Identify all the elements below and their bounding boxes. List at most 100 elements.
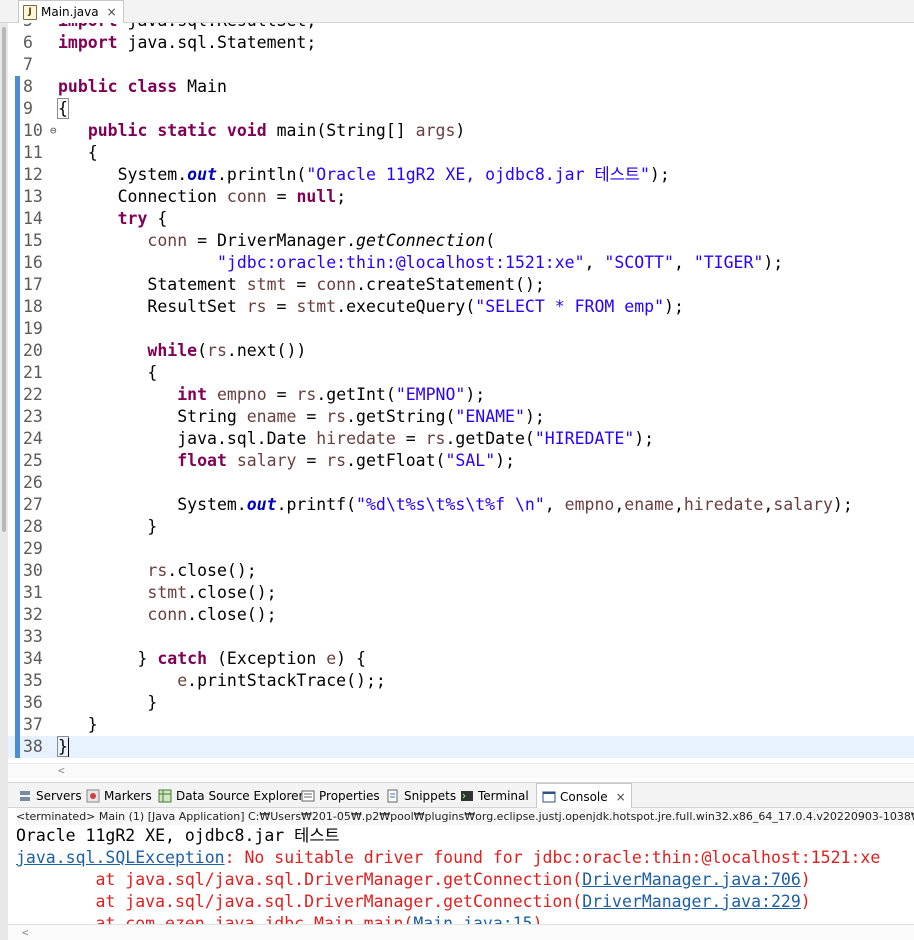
code-line[interactable]: 18 ResultSet rs = stmt.executeQuery("SEL… [8,296,914,318]
code-line[interactable]: 22 int empno = rs.getInt("EMPNO"); [8,384,914,406]
code-line[interactable]: 10 ⊖ public static void main(String[] arg… [8,120,914,142]
code-text: { [58,143,98,162]
code-line[interactable]: 29 [8,538,914,560]
code-line[interactable]: 12 System.out.println("Oracle 11gR2 XE, … [8,164,914,186]
line-number: 12 [23,165,43,184]
code-text: stmt.close(); [147,583,277,602]
code-line[interactable]: 14 try { [8,208,914,230]
code-editor[interactable]: 5import java.sql.ResultSet;6import java.… [8,23,914,763]
code-line[interactable]: 15 conn = DriverManager.getConnection( [8,230,914,252]
console-view[interactable]: <terminated> Main (1) [Java Application]… [8,808,914,940]
view-tab-properties[interactable]: Properties [301,783,380,808]
left-scroll-sash[interactable] [0,23,8,940]
scroll-left-arrow-icon[interactable]: < [58,764,65,777]
line-number: 37 [23,715,43,734]
editor-horizontal-scrollbar[interactable]: < [8,763,914,778]
change-ruler-mark [15,318,20,340]
view-tab-label: Terminal [478,788,529,803]
line-number: 19 [23,319,43,338]
code-line[interactable]: 30 rs.close(); [8,560,914,582]
stack-trace-line: at java.sql/java.sql.DriverManager.getCo… [16,891,811,913]
code-line[interactable]: 6 import java.sql.Statement; [8,32,914,54]
text-caret [68,738,69,757]
trace-text: ) [800,892,811,911]
trace-text: at java.sql/java.sql.DriverManager.getCo… [16,870,583,889]
code-line[interactable]: 11 { [8,142,914,164]
code-line[interactable]: 13 Connection conn = null; [8,186,914,208]
change-ruler-mark [15,340,20,362]
code-text: "jdbc:oracle:thin:@localhost:1521:xe", "… [216,253,784,272]
line-number: 11 [23,143,43,162]
code-text: conn.close(); [147,605,277,624]
view-tab-snippets[interactable]: Snippets [386,783,456,808]
code-text: System.out.printf("%d\t%s\t%s\t%f \n", e… [58,495,853,514]
change-ruler-mark [15,472,20,494]
left-sash-thumb[interactable] [2,27,6,532]
code-line[interactable]: 16 "jdbc:oracle:thin:@localhost:1521:xe"… [8,252,914,274]
code-line[interactable]: 5import java.sql.ResultSet; [8,23,914,32]
code-line[interactable]: 34 } catch (Exception e) { [8,648,914,670]
fold-toggle-icon[interactable]: ⊖ [50,120,57,142]
line-number: 13 [23,187,43,206]
code-line[interactable]: 23 String ename = rs.getString("ENAME"); [8,406,914,428]
code-text: import java.sql.Statement; [58,33,317,52]
line-number: 7 [23,55,33,74]
code-line[interactable]: 35 e.printStackTrace();; [8,670,914,692]
editor-tab-title: Main.java [41,5,99,19]
line-number: 17 [23,275,43,294]
change-ruler-mark [15,670,20,692]
view-tab-markers[interactable]: Markers [86,783,152,808]
line-number: 29 [23,539,43,558]
code-line[interactable]: 25 float salary = rs.getFloat("SAL"); [8,450,914,472]
trace-link[interactable]: DriverManager.java:706 [582,870,801,889]
code-line[interactable]: 36 } [8,692,914,714]
code-line[interactable]: 9{ [8,98,914,120]
code-line[interactable]: 19 [8,318,914,340]
line-number: 27 [23,495,43,514]
exception-class-link[interactable]: java.sql.SQLException [16,848,225,867]
line-number: 36 [23,693,43,712]
code-text: public class Main [58,77,227,96]
view-tab-servers[interactable]: Servers [18,783,82,808]
change-ruler-mark [15,142,20,164]
change-ruler-mark [15,604,20,626]
code-line[interactable]: 17 Statement stmt = conn.createStatement… [8,274,914,296]
code-line[interactable]: 20 while(rs.next()) [8,340,914,362]
view-tab-label: Markers [104,788,152,803]
editor-tab-main-java[interactable]: J Main.java × [18,0,124,23]
code-line[interactable]: 31 stmt.close(); [8,582,914,604]
code-line[interactable]: 38} [8,736,914,758]
line-number: 32 [23,605,43,624]
scroll-left-arrow-icon[interactable]: < [22,926,29,939]
code-line[interactable]: 7 [8,54,914,76]
code-line[interactable]: 8 public class Main [8,76,914,98]
code-line[interactable]: 27 System.out.printf("%d\t%s\t%s\t%f \n"… [8,494,914,516]
view-tab-console[interactable]: Console × [536,783,632,809]
code-line[interactable]: 32 conn.close(); [8,604,914,626]
view-tab-terminal[interactable]: Terminal [460,783,529,808]
line-number: 15 [23,231,43,250]
line-number: 23 [23,407,43,426]
code-line[interactable]: 37 } [8,714,914,736]
change-ruler-mark [15,692,20,714]
change-ruler-mark [15,208,20,230]
code-text: int empno = rs.getInt("EMPNO"); [177,385,486,404]
trace-link[interactable]: DriverManager.java:229 [582,892,801,911]
close-icon[interactable]: × [107,5,117,19]
view-tab-data-source-explorer[interactable]: Data Source Explorer [158,783,303,808]
close-icon[interactable]: × [616,790,626,804]
change-ruler-mark [15,296,20,318]
code-line[interactable]: 28 } [8,516,914,538]
change-ruler-mark [15,538,20,560]
code-line[interactable]: 26 [8,472,914,494]
code-line[interactable]: 24 java.sql.Date hiredate = rs.getDate("… [8,428,914,450]
change-ruler-mark [15,98,20,120]
code-text: Statement stmt = conn.createStatement(); [58,275,545,294]
code-line[interactable]: 21 { [8,362,914,384]
change-ruler-mark [15,494,20,516]
change-ruler-mark [15,274,20,296]
console-horizontal-scrollbar[interactable]: < [8,924,914,940]
code-line[interactable]: 33 [8,626,914,648]
line-number: 14 [23,209,43,228]
code-text: } [58,517,158,536]
